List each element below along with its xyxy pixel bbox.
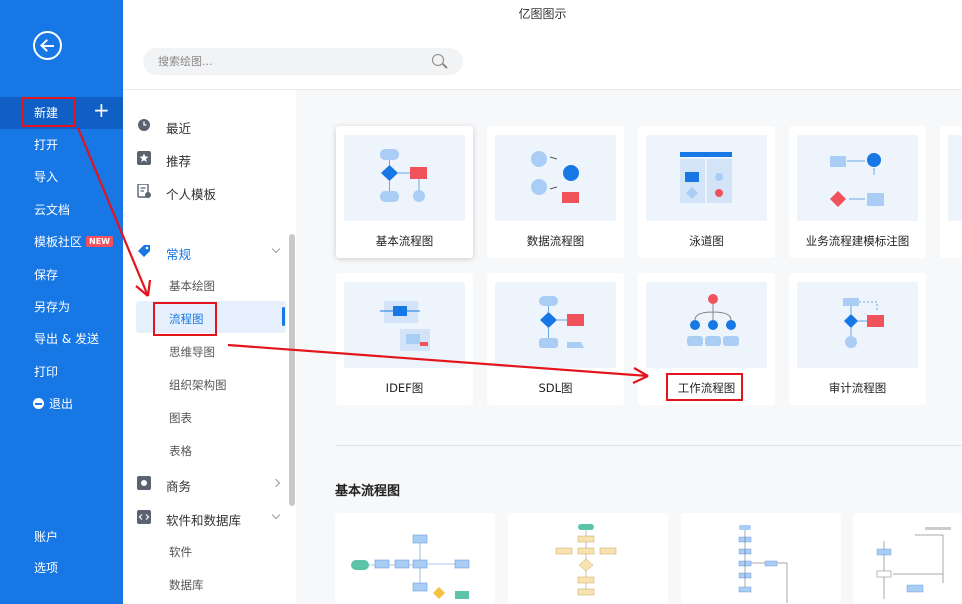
section-title: 基本流程图 (335, 484, 401, 499)
template-label: 基本流程图 (375, 234, 434, 248)
sidebar-item-label: 云文档 (34, 203, 71, 217)
template-label: 审计流程图 (828, 381, 887, 395)
sidebar-item-save[interactable]: 保存 (0, 259, 123, 291)
template-thumbnail (344, 282, 465, 368)
template-thumbnail (797, 135, 918, 221)
sidebar-item-account[interactable]: 账户 (0, 521, 123, 553)
sidebar-item-label: 退出 (49, 397, 74, 411)
example-preview-1[interactable] (335, 513, 495, 604)
sidebar-item-label: 账户 (34, 530, 59, 544)
template-label: 业务流程建模标注图 (805, 234, 910, 248)
sidebar-item-label: 选项 (34, 561, 59, 575)
back-arrow-icon[interactable] (33, 31, 62, 60)
swimlane-thumbnail-icon (680, 152, 732, 203)
template-card-basic-flowchart[interactable]: 基本流程图 (336, 126, 473, 258)
bpmn-thumbnail-icon (830, 153, 884, 207)
example-diagram-thumbnail (351, 534, 470, 599)
template-card-bpmn[interactable]: 业务流程建模标注图 (789, 126, 926, 258)
category-general[interactable]: 常规 (166, 244, 191, 263)
subcategory-basic-drawing[interactable]: 基本绘图 (169, 278, 215, 294)
search-input[interactable] (158, 52, 428, 71)
template-thumbnail (797, 282, 918, 368)
sidebar-item-label: 导入 (34, 170, 59, 184)
sidebar-item-export-send[interactable]: 导出 & 发送 (0, 323, 123, 355)
category-recommended[interactable]: 推荐 (166, 151, 191, 170)
tag-icon (138, 245, 150, 257)
main-sidebar: 新建 + 打开 导入 云文档 模板社区 NEW 保存 另存为 导出 & 发送 打… (0, 0, 123, 604)
template-card-sdl[interactable]: SDL图 (487, 273, 624, 405)
sidebar-item-label: 模板社区 (34, 235, 83, 249)
subcategory-mind-map[interactable]: 思维导图 (169, 344, 215, 360)
app-title: 亿图图示 (518, 7, 567, 21)
template-label: SDL图 (538, 381, 573, 395)
selected-indicator (282, 307, 285, 326)
annotation-box-new (21, 97, 75, 127)
chevron-down-icon[interactable] (271, 244, 281, 254)
category-recent[interactable]: 最近 (166, 118, 191, 137)
subcategory-org-chart[interactable]: 组织架构图 (169, 377, 227, 393)
audit-flowchart-thumbnail-icon (843, 298, 884, 348)
category-personal-templates[interactable]: 个人模板 (166, 184, 216, 203)
example-diagram-thumbnail (555, 524, 617, 596)
category-scrollbar[interactable] (289, 234, 295, 506)
clock-icon (138, 119, 150, 131)
template-label: 数据流程图 (526, 234, 585, 248)
example-preview-4[interactable] (853, 513, 962, 604)
example-diagram-thumbnail (738, 525, 788, 603)
sidebar-item-open[interactable]: 打开 (0, 129, 123, 161)
sidebar-item-label: 打开 (34, 138, 59, 152)
sidebar-item-label: 导出 & 发送 (34, 332, 99, 346)
sidebar-item-label: 另存为 (34, 300, 71, 314)
category-business[interactable]: 商务 (166, 476, 191, 495)
subcategory-database[interactable]: 数据库 (169, 577, 204, 593)
template-thumbnail (948, 135, 962, 221)
sidebar-item-import[interactable]: 导入 (0, 161, 123, 193)
template-thumbnail (646, 135, 767, 221)
example-preview-3[interactable] (681, 513, 841, 604)
personal-template-icon (137, 184, 151, 198)
sidebar-item-label: 打印 (34, 365, 59, 379)
template-thumbnail (344, 135, 465, 221)
chevron-right-icon[interactable] (271, 478, 281, 488)
template-card-audit-flowchart[interactable]: 审计流程图 (789, 273, 926, 405)
new-badge: NEW (86, 236, 113, 247)
basic-flowchart-thumbnail-icon (380, 149, 427, 202)
category-software-database[interactable]: 软件和数据库 (166, 510, 241, 529)
sdl-thumbnail-icon (539, 296, 584, 348)
search-box (143, 48, 463, 75)
template-label: 泳道图 (689, 234, 724, 248)
template-card-partial[interactable] (940, 126, 962, 258)
template-thumbnail (495, 282, 616, 368)
search-icon[interactable] (432, 54, 444, 66)
sidebar-item-save-as[interactable]: 另存为 (0, 291, 123, 323)
sidebar-item-exit[interactable]: 退出 (0, 388, 123, 420)
sidebar-item-label: 保存 (34, 268, 59, 282)
template-card-idef[interactable]: IDEF图 (336, 273, 473, 405)
business-icon (137, 476, 151, 490)
workflow-thumbnail-icon (687, 294, 739, 346)
sidebar-item-print[interactable]: 打印 (0, 356, 123, 388)
subcategory-tables[interactable]: 表格 (169, 443, 192, 459)
chevron-down-icon[interactable] (271, 510, 281, 520)
template-card-data-flowchart[interactable]: 数据流程图 (487, 126, 624, 258)
template-thumbnail (646, 282, 767, 368)
example-preview-2[interactable] (508, 513, 668, 604)
template-label: IDEF图 (385, 381, 424, 395)
data-flowchart-thumbnail-icon (531, 151, 579, 203)
template-card-swimlane[interactable]: 泳道图 (638, 126, 775, 258)
sidebar-item-cloud-docs[interactable]: 云文档 (0, 194, 123, 226)
subcategory-charts[interactable]: 图表 (169, 410, 192, 426)
subcategory-software[interactable]: 软件 (169, 544, 192, 560)
annotation-box-flowchart (153, 302, 217, 336)
example-diagram-thumbnail (876, 527, 951, 599)
star-icon (137, 151, 151, 165)
annotation-box-workflow (666, 373, 743, 401)
code-icon (137, 510, 151, 524)
sidebar-item-options[interactable]: 选项 (0, 552, 123, 584)
plus-icon[interactable]: + (93, 100, 110, 120)
section-divider (335, 445, 962, 446)
idef-thumbnail-icon (380, 301, 430, 351)
template-thumbnail (495, 135, 616, 221)
